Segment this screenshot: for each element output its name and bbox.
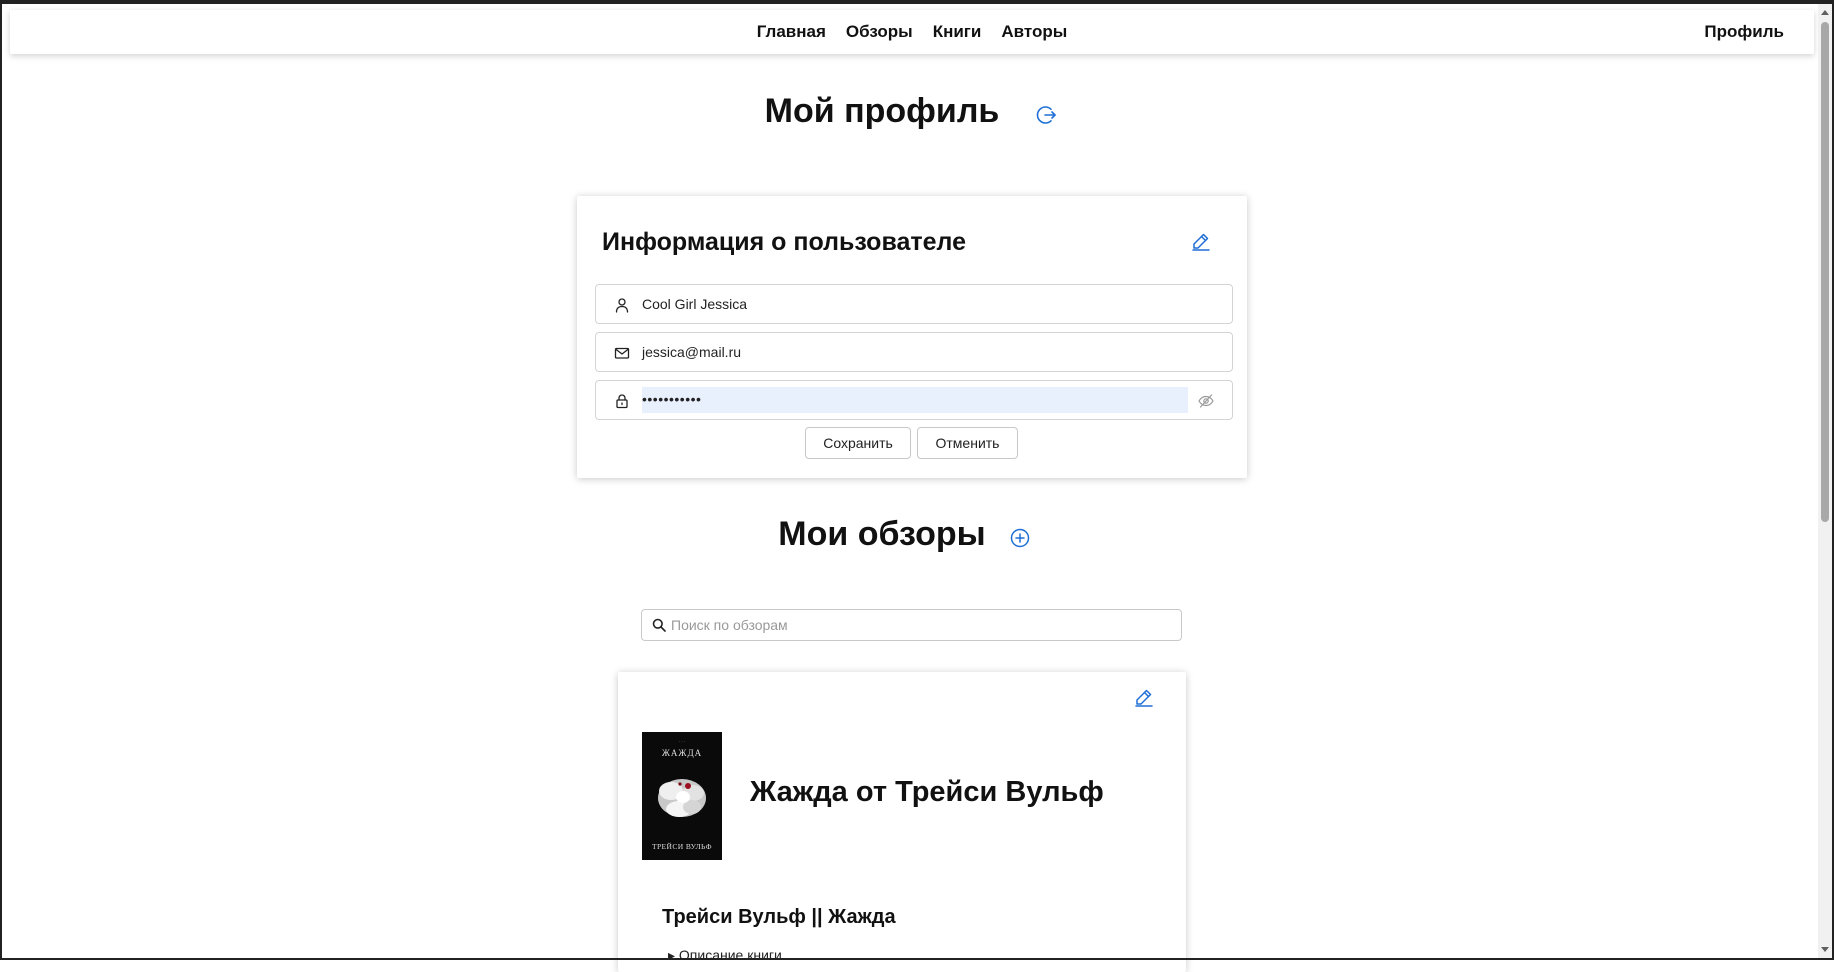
top-navbar: Главная Обзоры Книги Авторы Профиль	[10, 10, 1814, 54]
nav-link-home[interactable]: Главная	[757, 22, 826, 42]
lock-icon	[614, 393, 630, 409]
cancel-button[interactable]: Отменить	[917, 427, 1018, 459]
edit-review-pencil-icon[interactable]	[1134, 687, 1154, 707]
cover-author-text: ТРЕЙСИ ВУЛЬФ	[651, 842, 713, 851]
reviews-search-input[interactable]	[671, 614, 1171, 636]
username-field[interactable]: Cool Girl Jessica	[595, 284, 1233, 324]
reviews-search-box[interactable]	[641, 609, 1182, 641]
book-description-toggle[interactable]: ▸ Описание книги	[668, 947, 782, 964]
user-info-title: Информация о пользователе	[602, 228, 967, 256]
email-field[interactable]: jessica@mail.ru	[595, 332, 1233, 372]
logout-icon[interactable]	[1036, 104, 1058, 126]
vertical-scrollbar[interactable]	[1818, 4, 1832, 958]
password-field[interactable]: •••••••••••	[595, 380, 1233, 420]
nav-link-profile[interactable]: Профиль	[1704, 10, 1784, 54]
password-value: •••••••••••	[642, 387, 1188, 413]
nav-link-reviews[interactable]: Обзоры	[846, 22, 913, 42]
nav-links: Главная Обзоры Книги Авторы	[10, 10, 1814, 54]
plus-circle-icon[interactable]	[1010, 528, 1030, 548]
scrollbar-thumb[interactable]	[1821, 22, 1829, 522]
profile-page-title: Мой профиль	[764, 92, 1000, 130]
eye-slash-icon[interactable]	[1198, 393, 1214, 409]
username-value: Cool Girl Jessica	[642, 296, 748, 312]
book-cover-image: · · · ЖАЖДА ТРЕЙСИ ВУЛЬФ	[642, 732, 722, 860]
reviews-section-title: Мои обзоры	[778, 515, 986, 553]
mail-icon	[614, 345, 630, 361]
review-card: · · · ЖАЖДА ТРЕЙСИ ВУЛЬФ Жажда от Трейси…	[618, 672, 1186, 972]
nav-link-books[interactable]: Книги	[933, 22, 982, 42]
user-icon	[614, 297, 630, 313]
email-value: jessica@mail.ru	[642, 344, 742, 360]
nav-link-authors[interactable]: Авторы	[1001, 22, 1067, 42]
review-subtitle: Трейси Вульф || Жажда	[662, 906, 896, 928]
review-title: Жажда от Трейси Вульф	[750, 776, 1104, 808]
book-description-label: Описание книги	[678, 947, 782, 963]
scroll-up-arrow-icon[interactable]	[1821, 10, 1829, 15]
save-button[interactable]: Сохранить	[805, 427, 911, 459]
search-icon	[652, 618, 666, 632]
disclosure-triangle-icon: ▸	[668, 947, 676, 963]
edit-user-pencil-icon[interactable]	[1191, 231, 1211, 251]
scroll-down-arrow-icon[interactable]	[1821, 947, 1829, 952]
user-info-card: Информация о пользователе Cool Girl Jess…	[577, 196, 1247, 478]
